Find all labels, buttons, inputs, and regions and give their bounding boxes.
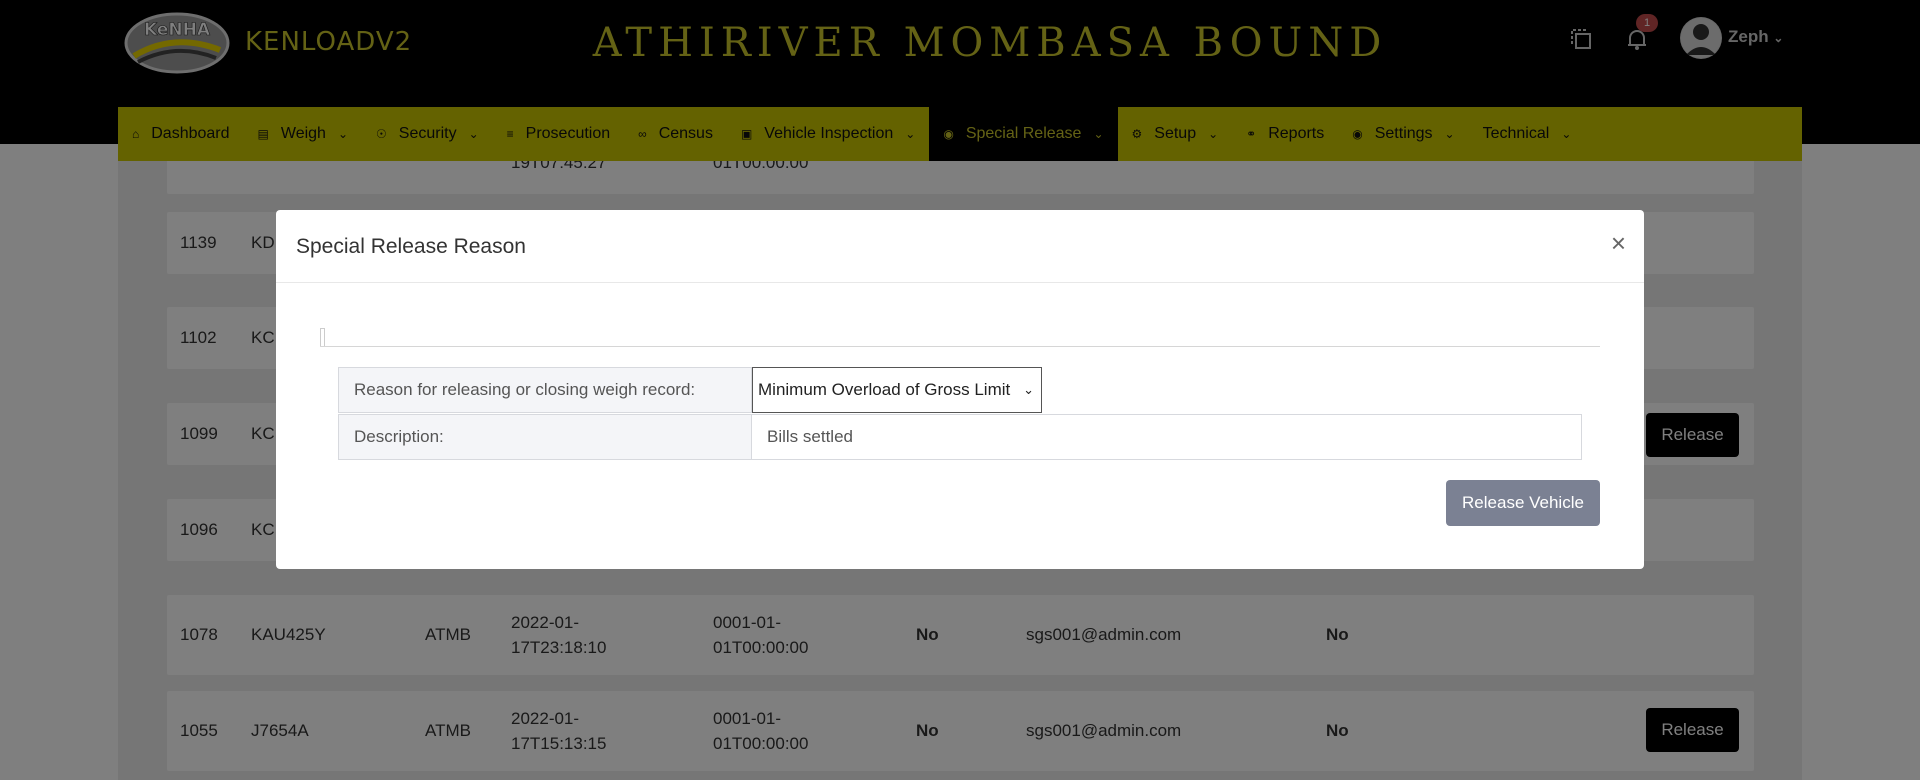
reason-select[interactable]: Minimum Overload of Gross Limit ⌄ <box>752 367 1042 413</box>
close-icon[interactable]: × <box>1611 230 1626 256</box>
reason-label: Reason for releasing or closing weigh re… <box>338 367 752 413</box>
chevron-down-icon: ⌄ <box>1023 382 1034 397</box>
description-row: Description: Bills settled <box>338 414 1582 460</box>
description-input[interactable]: Bills settled <box>752 414 1582 460</box>
reason-row: Reason for releasing or closing weigh re… <box>338 367 1582 413</box>
modal-divider <box>276 282 1644 283</box>
release-vehicle-button[interactable]: Release Vehicle <box>1446 480 1600 526</box>
tab-divider <box>320 346 1600 347</box>
modal-title: Special Release Reason <box>296 235 526 258</box>
reason-value: Minimum Overload of Gross Limit <box>758 380 1011 399</box>
tab-stub <box>320 328 325 346</box>
special-release-modal: Special Release Reason × Reason for rele… <box>276 210 1644 569</box>
description-label: Description: <box>338 414 752 460</box>
